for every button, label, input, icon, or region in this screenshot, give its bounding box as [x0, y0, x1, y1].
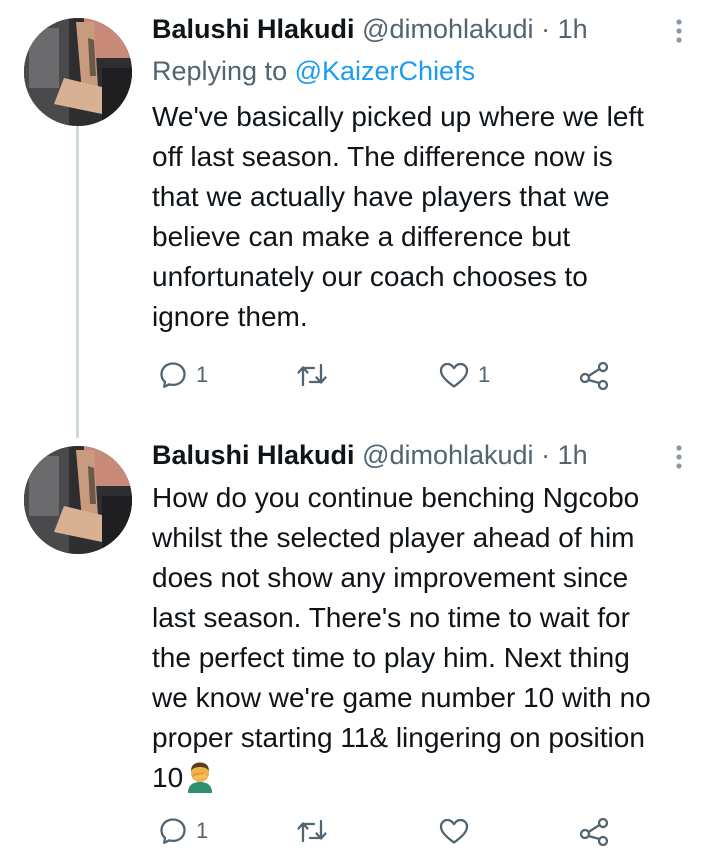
avatar[interactable]	[24, 446, 132, 554]
tweet-text-line: last season. There's no time to wait for	[152, 602, 630, 633]
more-vertical-icon[interactable]	[669, 440, 689, 474]
reply-button[interactable]: 1	[158, 811, 208, 851]
share-icon	[578, 816, 610, 846]
replying-to-label: Replying to	[152, 56, 288, 86]
tweet-text-line: 10	[152, 762, 184, 793]
retweet-button[interactable]	[295, 811, 329, 851]
tweet-text-line: How do you continue benching Ngcobo	[152, 482, 640, 513]
user-handle[interactable]: @dimohlakudi	[362, 440, 534, 470]
tweet-text-line: does not show any improvement since	[152, 562, 629, 593]
tweet-text: How do you continue benching Ngcobo whil…	[152, 478, 712, 798]
tweet-text-line: We've basically picked up where we left	[152, 101, 644, 132]
tweet-text: We've basically picked up where we left …	[152, 97, 712, 337]
tweet-text-line: we know we're game number 10 with no	[152, 682, 651, 713]
tweet-text-line: that we actually have players that we	[152, 181, 610, 212]
tweet-header: Balushi Hlakudi @dimohlakudi · 1h	[152, 438, 588, 472]
reply-icon	[158, 360, 188, 390]
tweet-text-line: off last season. The difference now is	[152, 141, 613, 172]
tweet-text-line: unfortunately our coach chooses to	[152, 261, 588, 292]
tweet-text-line: the perfect time to play him. Next thing	[152, 642, 630, 673]
timestamp[interactable]: 1h	[558, 14, 588, 44]
heart-icon	[438, 360, 470, 390]
reply-count: 1	[196, 818, 209, 843]
more-vertical-icon[interactable]	[669, 14, 689, 48]
replying-to: Replying to @KaizerChiefs	[152, 53, 475, 89]
timestamp[interactable]: 1h	[558, 440, 588, 470]
retweet-icon	[295, 816, 329, 846]
tweet-actions: 1	[152, 811, 672, 851]
retweet-icon	[295, 360, 329, 390]
like-button[interactable]: 1	[438, 355, 490, 395]
user-handle[interactable]: @dimohlakudi	[362, 14, 534, 44]
reply-count: 1	[196, 362, 209, 387]
tweet-text-line: ignore them.	[152, 301, 308, 332]
replying-to-handle[interactable]: @KaizerChiefs	[295, 56, 475, 86]
tweet[interactable]: Balushi Hlakudi @dimohlakudi · 1h Replyi…	[0, 0, 720, 420]
person-facepalming-emoji-icon	[185, 761, 215, 793]
display-name[interactable]: Balushi Hlakudi	[152, 14, 355, 44]
reply-button[interactable]: 1	[158, 355, 208, 395]
share-button[interactable]	[578, 355, 610, 395]
tweet-text-last-line: 10	[152, 758, 712, 798]
tweet-text-line: whilst the selected player ahead of him	[152, 522, 635, 553]
share-icon	[578, 360, 610, 390]
like-count: 1	[478, 362, 491, 387]
display-name[interactable]: Balushi Hlakudi	[152, 440, 355, 470]
like-button[interactable]	[438, 811, 470, 851]
share-button[interactable]	[578, 811, 610, 851]
tweet[interactable]: Balushi Hlakudi @dimohlakudi · 1h How do…	[0, 422, 720, 860]
separator-dot: ·	[541, 14, 551, 44]
reply-icon	[158, 816, 188, 846]
tweet-actions: 1 1	[152, 355, 672, 395]
heart-icon	[438, 816, 470, 846]
retweet-button[interactable]	[295, 355, 329, 395]
tweet-text-line: believe can make a difference but	[152, 221, 571, 252]
tweet-text-line: proper starting 11& lingering on positio…	[152, 722, 645, 753]
tweet-header: Balushi Hlakudi @dimohlakudi · 1h	[152, 12, 588, 46]
separator-dot: ·	[541, 440, 551, 470]
avatar[interactable]	[24, 18, 132, 126]
